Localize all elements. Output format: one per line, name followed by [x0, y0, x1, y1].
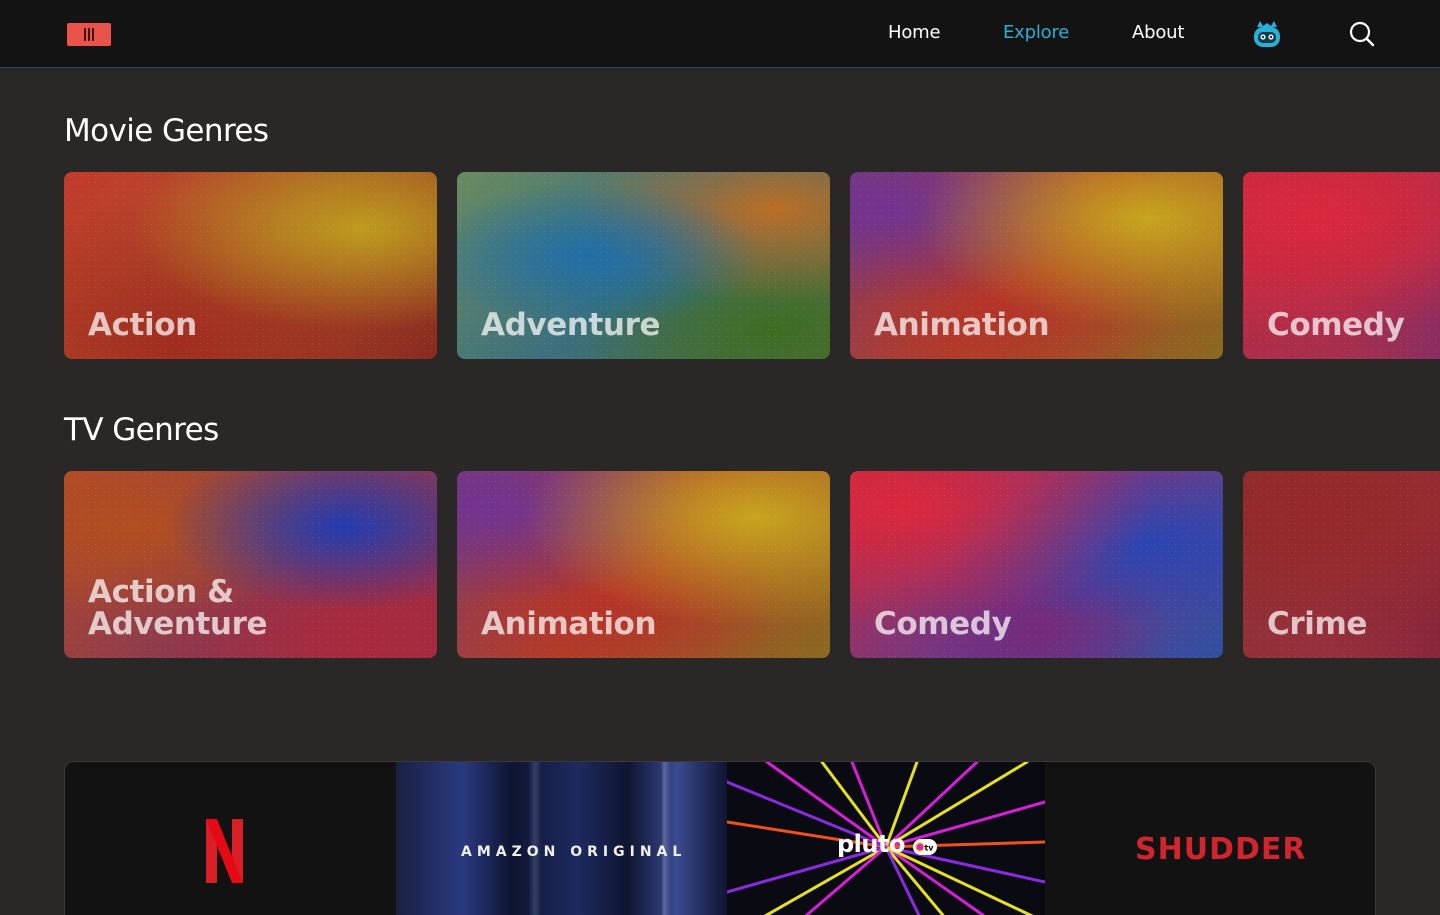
tv-genre-card-animation[interactable]: Animation [457, 471, 830, 658]
movie-genre-card-animation[interactable]: Animation [850, 172, 1223, 359]
genre-card-label: Action & Adventure [88, 574, 268, 642]
app-logo[interactable] [67, 23, 111, 46]
genre-card-label: Comedy [874, 606, 1012, 642]
provider-amazon-original[interactable]: AMAZON ORIGINAL [396, 762, 727, 915]
provider-shudder[interactable]: SHUDDER [1045, 762, 1375, 915]
genre-card-label: Animation [481, 606, 657, 642]
movie-genres-row: Action Adventure Animation Comedy [64, 172, 1440, 359]
tv-genre-card-action-adventure[interactable]: Action & Adventure [64, 471, 437, 658]
amazon-original-label: AMAZON ORIGINAL [461, 844, 687, 860]
genre-card-label: Comedy [1267, 307, 1405, 343]
tv-genre-card-comedy[interactable]: Comedy [850, 471, 1223, 658]
genre-card-label: Crime [1267, 606, 1367, 642]
movie-genres-heading: Movie Genres [64, 113, 269, 149]
genre-card-label: Action [88, 307, 197, 343]
shudder-logo-label: SHUDDER [1135, 832, 1307, 867]
movie-genre-card-action[interactable]: Action [64, 172, 437, 359]
pluto-label: pluto [837, 830, 905, 858]
top-navigation-bar: Home Explore About [0, 0, 1440, 68]
nav-about-link[interactable]: About [1132, 22, 1184, 43]
provider-pluto-tv[interactable]: pluto tv [727, 762, 1045, 915]
tv-genre-card-crime[interactable]: Crime [1243, 471, 1440, 658]
film-icon [84, 28, 94, 41]
genre-card-label: Adventure [481, 307, 661, 343]
netflix-logo-icon [206, 819, 243, 883]
search-icon[interactable] [1348, 20, 1376, 48]
genre-card-label: Animation [874, 307, 1050, 343]
nav-home-link[interactable]: Home [888, 22, 941, 43]
pluto-tv-badge-icon: tv [913, 839, 937, 855]
tv-genres-row: Action & Adventure Animation Comedy Crim… [64, 471, 1440, 658]
provider-netflix[interactable] [65, 762, 396, 915]
tv-genres-heading: TV Genres [64, 412, 219, 448]
mascot-avatar-icon[interactable] [1251, 19, 1283, 49]
svg-text:tv: tv [924, 844, 934, 853]
streaming-providers-strip: AMAZON ORIGINAL pluto tv SHUDDER [64, 761, 1376, 915]
movie-genre-card-comedy[interactable]: Comedy [1243, 172, 1440, 359]
nav-explore-link[interactable]: Explore [1003, 22, 1069, 43]
movie-genre-card-adventure[interactable]: Adventure [457, 172, 830, 359]
